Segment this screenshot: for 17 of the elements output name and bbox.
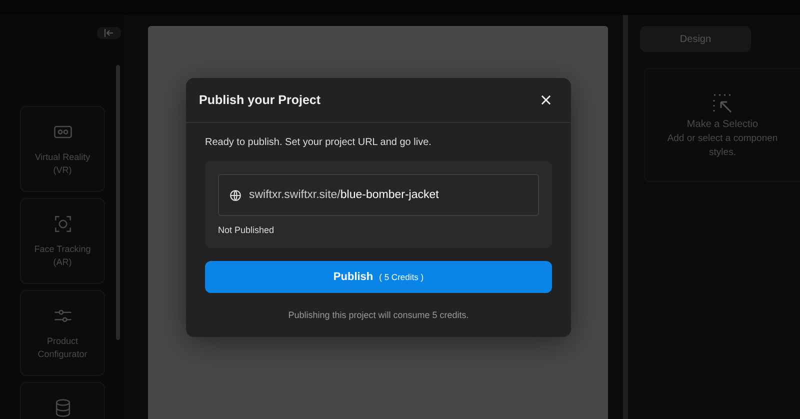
credits-note: Publishing this project will consume 5 credits. [287,310,470,320]
url-field[interactable]: swiftxr.swiftxr.site/blue-bomber-jacket [218,174,539,216]
feature-card[interactable]: Virtual Reality (VR) [20,106,105,192]
dialog-title: Publish your Project [199,93,321,107]
feature-card-label: Face Tracking (AR) [33,243,92,269]
publish-status: Not Published [218,225,276,235]
design-tab[interactable]: Design [640,26,751,52]
empty-state-title: Make a Selectio [686,119,758,130]
feature-card-label: Virtual Reality (VR) [34,151,92,177]
empty-state-text: styles. [709,147,736,158]
empty-state-text: Add or select a componen [667,133,778,144]
feature-card[interactable]: Product Configurator [20,290,105,376]
dialog-intro: Ready to publish. Set your project URL and go live. [205,137,432,148]
publish-button[interactable]: Publish ( 5 Credits ) [205,261,552,293]
feature-card-label: Product Configurator [36,335,88,361]
url-text: swiftxr.swiftxr.site/blue-bomber-jacket [249,189,439,201]
feature-card[interactable]: Face Tracking (AR) [20,198,105,284]
